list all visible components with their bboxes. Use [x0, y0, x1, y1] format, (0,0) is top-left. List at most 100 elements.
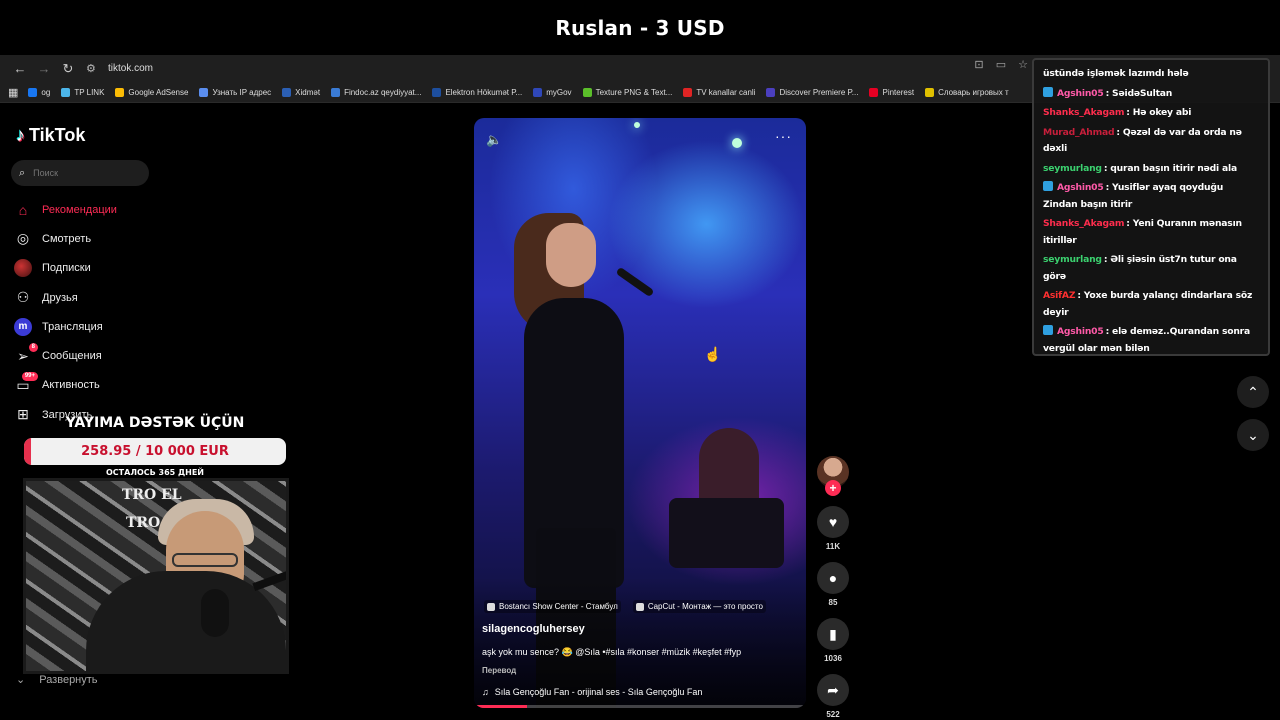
- live-badge-icon: m: [14, 317, 32, 336]
- search-box[interactable]: ⌕: [11, 160, 149, 186]
- donation-title: YAYIMA DƏSTƏK ÜÇÜN: [65, 415, 245, 431]
- bookmark-label: Google AdSense: [128, 87, 189, 97]
- sidebar-item-label: Сообщения: [42, 350, 102, 363]
- chat-username: seymurlang: [1043, 254, 1102, 266]
- url-text[interactable]: tiktok.com: [108, 63, 153, 74]
- bookmark-item[interactable]: og: [28, 87, 51, 97]
- tiktok-logo-text: TikTok: [29, 125, 86, 145]
- like-button[interactable]: ♥: [817, 506, 849, 538]
- chat-text: : SəidəSultan: [1105, 87, 1173, 99]
- volume-icon[interactable]: 🔈: [486, 132, 502, 148]
- star-icon[interactable]: ☆: [1016, 58, 1030, 71]
- sidebar-item[interactable]: ◎ Смотреть: [14, 224, 117, 253]
- location-tag[interactable]: Bostancı Show Center - Стамбул: [484, 600, 621, 613]
- search-icon[interactable]: ⌕: [19, 167, 25, 180]
- send-icon: ➢ 8: [14, 343, 38, 365]
- platform-icon: [1043, 181, 1053, 192]
- capcut-icon: [635, 602, 644, 611]
- site-info-icon[interactable]: ⚙: [86, 62, 104, 75]
- next-video-button[interactable]: ⌄: [1237, 419, 1269, 451]
- previous-video-button[interactable]: ⌃: [1237, 376, 1269, 408]
- music-info[interactable]: ♫ Sıla Gençoğlu Fan - orijinal ses - Sıl…: [482, 687, 702, 697]
- live-icon: m: [14, 317, 32, 336]
- video-player[interactable]: 🔈 ··· Bostancı Show Center - Стамбул Cap…: [474, 118, 806, 708]
- platform-icon: [1043, 325, 1053, 336]
- back-icon[interactable]: ←: [8, 57, 32, 81]
- bookmark-label: Xidmət: [295, 87, 321, 97]
- bookmark-item[interactable]: Google AdSense: [115, 87, 189, 97]
- bookmark-label: TP LINK: [74, 87, 105, 97]
- capcut-tag-label: CapCut - Монтаж — это просто: [647, 602, 763, 611]
- video-author[interactable]: silagencogluhersey: [482, 623, 585, 635]
- sidebar-item[interactable]: ➢ 8 Сообщения: [14, 341, 117, 370]
- search-input[interactable]: [33, 168, 134, 178]
- bookmark-favicon-icon: [869, 87, 879, 97]
- bookmark-item[interactable]: Elektron Hökumət P...: [432, 87, 523, 97]
- sidebar-item[interactable]: m Трансляция: [14, 312, 117, 341]
- avatar-icon: [14, 259, 32, 278]
- bookmark-item[interactable]: Узнать IP адрес: [199, 87, 271, 97]
- forward-icon[interactable]: →: [32, 57, 56, 81]
- webcam-sticker: TRO EL: [122, 487, 182, 503]
- comment-button[interactable]: ●: [817, 562, 849, 594]
- bookmark-label: myGov: [546, 87, 572, 97]
- bookmark-favicon-icon: [331, 87, 341, 97]
- video-singer-head: [546, 223, 596, 287]
- bookmark-label: og: [41, 87, 51, 97]
- sidebar-item-label: Друзья: [42, 291, 78, 304]
- translate-icon[interactable]: ⊡: [972, 58, 986, 71]
- sidebar-item[interactable]: Подписки: [14, 254, 117, 283]
- bookmark-label: TV kanallar canli: [696, 87, 756, 97]
- video-progress-bar[interactable]: [474, 705, 806, 708]
- creator-avatar[interactable]: +: [817, 456, 849, 496]
- save-button[interactable]: ▮: [817, 618, 849, 650]
- heart-icon: ♥: [828, 514, 838, 530]
- chat-text: : quran başın itirir nədi ala: [1103, 162, 1237, 174]
- bookmark-item[interactable]: myGov: [533, 87, 572, 97]
- cast-icon[interactable]: ▭: [994, 58, 1008, 71]
- sidebar-item[interactable]: ▭ 99+ Активность: [14, 371, 117, 400]
- stream-title: Ruslan - 3 USD: [0, 0, 1280, 55]
- chat-message: AsifAZ: Yoxe burda yalançı dindarlara sö…: [1043, 288, 1260, 321]
- bookmark-item[interactable]: Texture PNG & Text...: [582, 87, 672, 97]
- more-options-icon[interactable]: ···: [775, 128, 792, 144]
- bookmark-item[interactable]: Xidmət: [282, 87, 321, 97]
- bookmark-item[interactable]: Словарь игровых т: [925, 87, 1009, 97]
- bookmark-favicon-icon: [28, 87, 38, 97]
- bookmark-item[interactable]: Pinterest: [869, 87, 914, 97]
- follow-plus-icon[interactable]: +: [825, 480, 841, 496]
- sidebar-item[interactable]: ⚇ Друзья: [14, 283, 117, 312]
- sidebar-item[interactable]: ⌂ Рекомендации: [14, 195, 117, 224]
- apps-icon[interactable]: ▦: [8, 86, 18, 99]
- bookmark-favicon-icon: [199, 87, 209, 97]
- bookmark-label: Elektron Hökumət P...: [445, 87, 523, 97]
- video-microphone: [615, 266, 655, 298]
- stream-chat-overlay: üstündə işləmək lazımdı hələ Agshin05: Sə…: [1032, 58, 1270, 356]
- chat-message: seymurlang: quran başın itirir nədi ala: [1043, 161, 1260, 177]
- bookmark-favicon-icon: [115, 87, 125, 97]
- friends-icon: ⚇: [16, 289, 30, 306]
- activity-icon: ▭ 99+: [14, 372, 38, 394]
- sidebar-nav: ⌂ Рекомендации ◎ Смотреть Подписки ⚇ Друзья m Тр…: [14, 195, 117, 429]
- bookmark-item[interactable]: Findoc.az qeydiyyat...: [331, 87, 421, 97]
- translate-link[interactable]: Перевод: [482, 666, 516, 675]
- url-field[interactable]: ⚙ tiktok.com: [86, 58, 153, 80]
- stage-light: [732, 138, 742, 148]
- home-icon: ⌂: [18, 201, 28, 218]
- chat-message: üstündə işləmək lazımdı hələ: [1043, 66, 1260, 82]
- tiktok-logo[interactable]: ♪ TikTok: [16, 125, 85, 146]
- bookmark-item[interactable]: Discover Premiere P...: [766, 87, 858, 97]
- sidebar-item-label: Активность: [42, 379, 100, 392]
- bookmark-favicon-icon: [533, 87, 543, 97]
- reload-icon[interactable]: ↻: [56, 57, 80, 81]
- bookmark-item[interactable]: TV kanallar canli: [683, 87, 756, 97]
- sidebar-item-label: Рекомендации: [42, 203, 117, 216]
- tiktok-note-icon: ♪: [16, 125, 25, 145]
- chat-username: Shanks_Akagam: [1043, 107, 1125, 119]
- share-button[interactable]: ➦: [817, 674, 849, 706]
- avatar: [14, 259, 32, 278]
- capcut-tag[interactable]: CapCut - Монтаж — это просто: [632, 600, 766, 613]
- chat-message: Murad_Ahmad: Qəzəl də var da orda nə dəx…: [1043, 125, 1260, 158]
- streamer-webcam: TRO EL TRO: [23, 478, 289, 674]
- bookmark-item[interactable]: TP LINK: [61, 87, 105, 97]
